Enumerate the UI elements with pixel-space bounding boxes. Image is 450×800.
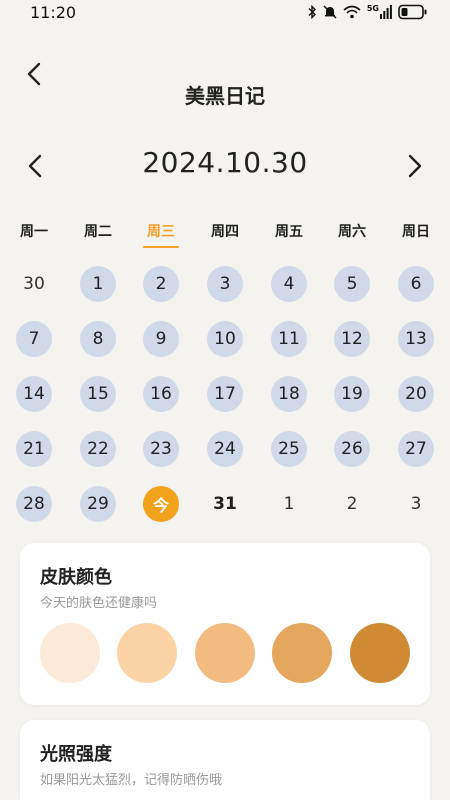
calendar-day-today[interactable]: 今 xyxy=(143,486,179,522)
skin-color-swatch[interactable] xyxy=(117,623,177,683)
calendar-day[interactable]: 6 xyxy=(398,266,434,302)
calendar-day[interactable]: 18 xyxy=(271,376,307,412)
calendar-day[interactable]: 12 xyxy=(334,321,370,357)
calendar-day[interactable]: 30 xyxy=(16,266,52,302)
calendar-day[interactable]: 20 xyxy=(398,376,434,412)
calendar-day[interactable]: 29 xyxy=(80,486,116,522)
light-intensity-card: 光照强度 如果阳光太猛烈，记得防晒伤哦 xyxy=(20,720,430,800)
calendar-day[interactable]: 13 xyxy=(398,321,434,357)
calendar-day[interactable]: 23 xyxy=(143,431,179,467)
calendar-day[interactable]: 26 xyxy=(334,431,370,467)
calendar-day[interactable]: 2 xyxy=(334,486,370,522)
calendar-day[interactable]: 28 xyxy=(16,486,52,522)
calendar-day[interactable]: 4 xyxy=(271,266,307,302)
skin-color-subtitle: 今天的肤色还健康吗 xyxy=(40,596,158,611)
calendar-day[interactable]: 11 xyxy=(271,321,307,357)
calendar-day[interactable]: 16 xyxy=(143,376,179,412)
calendar-day[interactable]: 1 xyxy=(80,266,116,302)
calendar-day[interactable]: 9 xyxy=(143,321,179,357)
calendar-day[interactable]: 27 xyxy=(398,431,434,467)
calendar-day[interactable]: 5 xyxy=(334,266,370,302)
skin-color-swatch[interactable] xyxy=(40,623,100,683)
calendar-day[interactable]: 24 xyxy=(207,431,243,467)
calendar-day[interactable]: 19 xyxy=(334,376,370,412)
skin-color-title: 皮肤颜色 xyxy=(40,567,112,588)
calendar-day[interactable]: 31 xyxy=(207,486,243,522)
calendar-day[interactable]: 3 xyxy=(398,486,434,522)
calendar-day[interactable]: 22 xyxy=(80,431,116,467)
skin-color-card: 皮肤颜色 今天的肤色还健康吗 xyxy=(20,543,430,705)
calendar-day[interactable]: 1 xyxy=(271,486,307,522)
calendar-day[interactable]: 14 xyxy=(16,376,52,412)
skin-color-swatch[interactable] xyxy=(350,623,410,683)
skin-color-swatch[interactable] xyxy=(272,623,332,683)
calendar-day[interactable]: 17 xyxy=(207,376,243,412)
light-intensity-title: 光照强度 xyxy=(40,744,112,765)
calendar-day[interactable]: 21 xyxy=(16,431,52,467)
calendar-day[interactable]: 10 xyxy=(207,321,243,357)
calendar-day[interactable]: 25 xyxy=(271,431,307,467)
calendar-day[interactable]: 15 xyxy=(80,376,116,412)
calendar-day[interactable]: 3 xyxy=(207,266,243,302)
skin-color-swatch[interactable] xyxy=(195,623,255,683)
calendar-day[interactable]: 7 xyxy=(16,321,52,357)
light-intensity-subtitle: 如果阳光太猛烈，记得防晒伤哦 xyxy=(40,773,223,788)
calendar-day[interactable]: 8 xyxy=(80,321,116,357)
calendar-grid: 30 1 2 3 4 5 6 7 8 9 10 11 12 13 14 15 16 17 18 19 20 21 22 23 2… xyxy=(0,0,450,540)
calendar-day[interactable]: 2 xyxy=(143,266,179,302)
